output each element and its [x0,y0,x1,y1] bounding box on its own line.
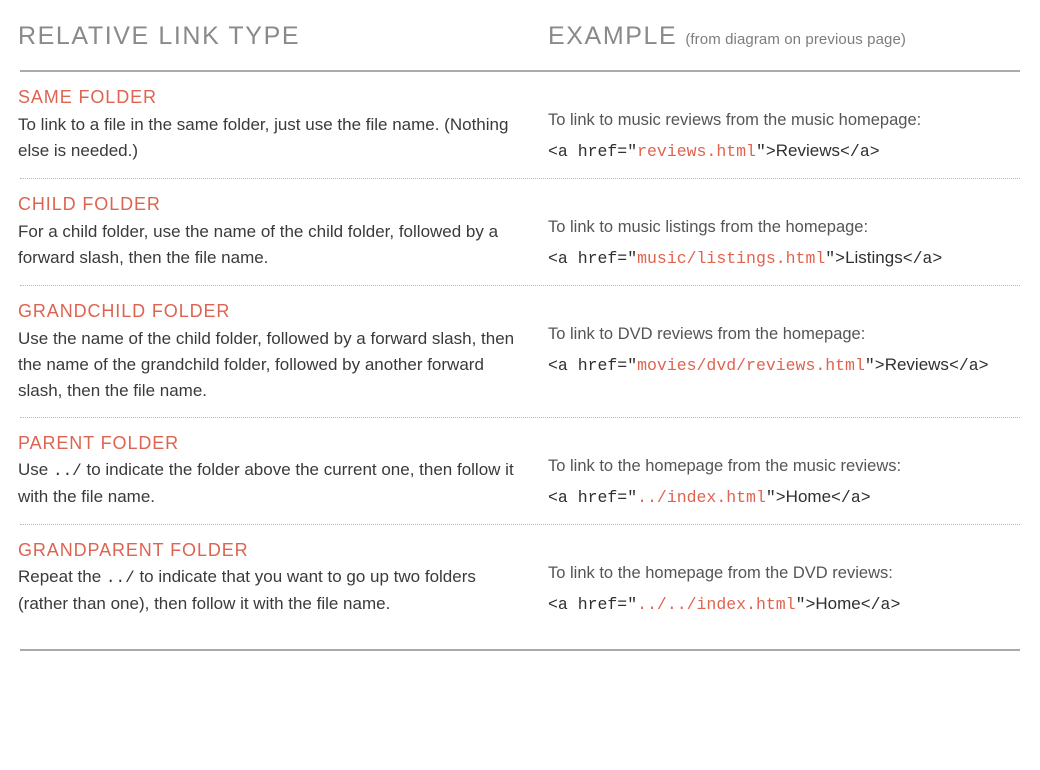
row-description: Use the name of the child folder, follow… [18,326,528,404]
row-description: For a child folder, use the name of the … [18,219,528,271]
example-code-snippet: <a href="../../index.html">Home</a> [548,590,1022,618]
row-link-type-cell: GRANDPARENT FOLDER Repeat the ../ to indi… [18,539,548,618]
description-text: Repeat the [18,567,106,587]
example-lead-text: To link to music reviews from the music … [548,111,922,129]
code-attribute-value: reviews.html [637,141,756,161]
inline-code-snippet: ../ [105,569,135,588]
column-header-example: EXAMPLE [548,22,678,50]
example-lead-text: To link to music listings from the homep… [548,218,869,237]
table-row: GRANDPARENT FOLDER Repeat the ../ to indi… [18,525,1022,631]
example-lead-text: To link to DVD reviews from the homepage… [548,325,866,344]
code-link-text: Listings [845,247,903,267]
code-token: <a href=" [548,594,638,614]
row-link-type-cell: CHILD FOLDER For a child folder, use the … [18,193,548,272]
row-title: SAME FOLDER [18,87,157,107]
example-lead-text: To link to the homepage from the music r… [548,456,902,475]
row-example-cell: To link to music listings from the homep… [548,193,1022,272]
description-text: For a child folder, use the name of the … [18,221,499,267]
code-token: </a> [840,141,880,161]
relative-link-type-table: RELATIVE LINK TYPE EXAMPLE (from diagram… [0,0,1040,770]
description-text: to indicate the folder above the current… [18,460,514,506]
row-example-cell: To link to the homepage from the music r… [548,432,1022,511]
code-link-text: Reviews [884,355,949,375]
inline-code-snippet: ../ [52,462,82,481]
row-description: Repeat the ../ to indicate that you want… [18,564,528,616]
code-token: </a> [831,487,871,507]
table-row: SAME FOLDER To link to a file in the same… [18,72,1022,178]
table-row: CHILD FOLDER For a child folder, use the … [18,179,1022,285]
code-attribute-value: ../../index.html [637,594,796,614]
code-link-text: Home [815,593,861,613]
code-token: </a> [860,594,901,614]
example-lead-text: To link to the homepage from the DVD rev… [548,563,893,582]
description-text: To link to a file in the same folder, ju… [18,114,509,160]
description-text: Use [18,460,53,480]
row-title: GRANDCHILD FOLDER [18,301,231,322]
code-attribute-value: movies/dvd/reviews.html [637,356,865,376]
table-header: RELATIVE LINK TYPE EXAMPLE (from diagram… [18,0,1022,70]
row-link-type-cell: PARENT FOLDER Use ../ to indicate the fol… [18,432,548,511]
row-title: GRANDPARENT FOLDER [18,539,249,560]
row-example-cell: To link to DVD reviews from the homepage… [548,300,1022,404]
code-token: <a href=" [548,356,638,376]
code-token: "> [755,141,776,161]
row-example-cell: To link to the homepage from the DVD rev… [548,539,1022,618]
row-link-type-cell: GRANDCHILD FOLDER Use the name of the chi… [18,300,548,404]
example-code-snippet: <a href="music/listings.html">Listings</… [548,244,1022,272]
code-token: </a> [902,248,943,268]
header-cell-example: EXAMPLE (from diagram on previous page) [548,24,1022,49]
code-token: "> [795,594,816,614]
table-row: PARENT FOLDER Use ../ to indicate the fol… [18,418,1022,524]
code-attribute-value: ../index.html [637,487,766,507]
row-description: Use ../ to indicate the folder above the… [18,457,528,509]
row-example-cell: To link to music reviews from the music … [548,86,1022,165]
code-token: "> [864,356,885,376]
code-link-text: Reviews [775,140,841,160]
example-code-snippet: <a href="../index.html">Home</a> [548,483,1022,511]
table-body: SAME FOLDER To link to a file in the same… [18,72,1022,631]
header-cell-link-type: RELATIVE LINK TYPE [18,24,548,49]
column-header-example-note: (from diagram on previous page) [685,31,907,48]
row-title: CHILD FOLDER [18,194,161,215]
code-link-text: Home [785,486,832,506]
code-token: <a href=" [548,248,638,268]
code-attribute-value: music/listings.html [637,248,826,268]
code-token: <a href=" [548,141,638,161]
bottom-spacer [18,631,1022,649]
table-row: GRANDCHILD FOLDER Use the name of the chi… [18,286,1022,417]
code-token: "> [765,487,786,507]
column-header-relative-link-type: RELATIVE LINK TYPE [18,22,301,50]
row-link-type-cell: SAME FOLDER To link to a file in the same… [18,86,548,165]
table-divider-bottom [20,649,1020,652]
code-token: </a> [948,356,989,376]
description-text: Use the name of the child folder, follow… [18,328,515,400]
row-title: PARENT FOLDER [18,432,180,453]
code-token: <a href=" [548,487,638,507]
code-token: "> [825,248,846,268]
row-description: To link to a file in the same folder, ju… [18,112,528,164]
example-code-snippet: <a href="reviews.html">Reviews</a> [548,137,1022,165]
example-code-snippet: <a href="movies/dvd/reviews.html">Review… [548,351,1022,379]
